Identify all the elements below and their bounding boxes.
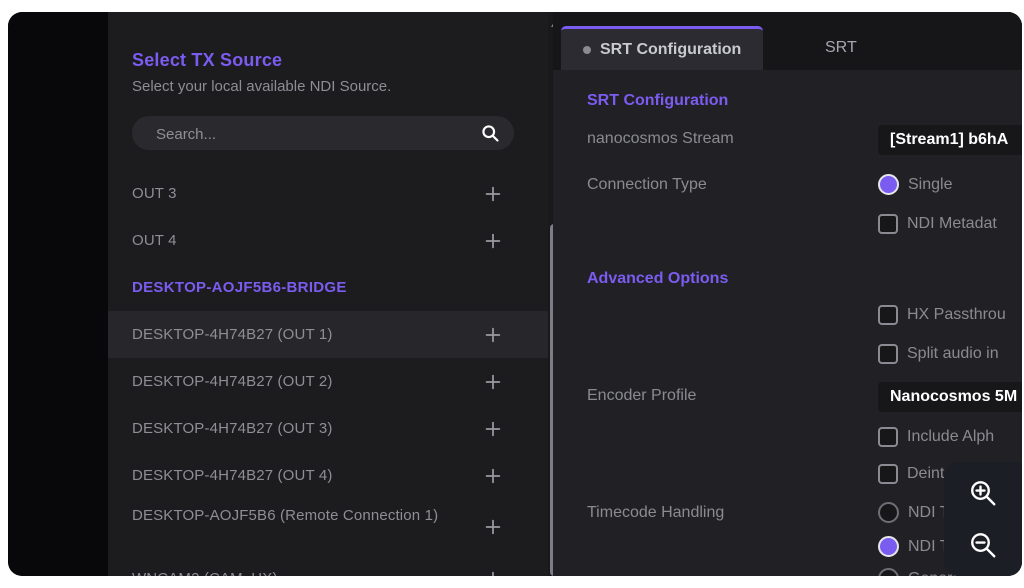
tab-label: SRT Configuration — [600, 40, 742, 58]
plus-icon[interactable] — [482, 418, 504, 440]
checkbox-unchecked-icon[interactable] — [878, 305, 898, 325]
plus-icon[interactable] — [482, 465, 504, 487]
panel-subtitle: Select your local available NDI Source. — [132, 78, 392, 95]
encoder-profile-label: Encoder Profile — [587, 387, 697, 404]
timecode-option-1[interactable]: NDI T — [878, 502, 949, 523]
zoom-in-icon[interactable] — [968, 478, 998, 508]
tab-srt-configuration[interactable]: SRT Configuration — [561, 26, 764, 70]
source-item-label: DESKTOP-4H74B27 (OUT 2) — [132, 372, 333, 390]
option-label: Include Alph — [907, 428, 995, 445]
srt-configuration-panel: SRT Configuration SRT SRT Configuration … — [553, 12, 1022, 576]
nanocosmos-stream-label: nanocosmos Stream — [587, 130, 734, 147]
source-list[interactable]: OUT 3 OUT 4 DESKTOP-AOJF5B6-BRIDGE DESKTOP-… — [108, 170, 548, 576]
source-item-label: DESKTOP-4H74B27 (OUT 3) — [132, 419, 333, 437]
include-alpha-option[interactable]: Include Alph — [878, 427, 994, 447]
option-label: NDI Metadat — [907, 215, 997, 232]
ndi-metadata-option[interactable]: NDI Metadat — [878, 214, 997, 234]
option-label: Single — [908, 175, 953, 193]
radio-unselected-icon[interactable] — [878, 502, 899, 523]
radio-selected-icon[interactable] — [878, 536, 899, 557]
radio-unselected-icon[interactable] — [878, 568, 899, 576]
timecode-handling-label: Timecode Handling — [587, 504, 725, 521]
left-gutter — [8, 12, 108, 576]
source-item-label: OUT 3 — [132, 184, 177, 202]
tab-bar: SRT Configuration SRT — [553, 12, 1022, 70]
source-list-item[interactable]: OUT 3 — [108, 170, 548, 217]
source-item-label: DESKTOP-4H74B27 (OUT 4) — [132, 466, 333, 484]
panel-title: Select TX Source — [132, 50, 283, 70]
tab-srt[interactable]: SRT — [803, 26, 879, 70]
source-list-item[interactable]: DESKTOP-4H74B27 (OUT 3) — [108, 405, 548, 452]
search-box[interactable] — [132, 116, 514, 152]
source-item-label: OUT 4 — [132, 231, 177, 249]
zoom-controls-panel — [944, 462, 1022, 576]
nanocosmos-stream-value[interactable]: [Stream1] b6hA — [878, 125, 1022, 155]
advanced-options-heading: Advanced Options — [587, 270, 729, 287]
checkbox-unchecked-icon[interactable] — [878, 214, 898, 234]
timecode-option-2[interactable]: NDI T — [878, 536, 949, 557]
deinterlace-option[interactable]: Deint — [878, 464, 944, 484]
option-label: HX Passthrou — [907, 306, 1006, 323]
source-list-item[interactable]: OUT 4 — [108, 217, 548, 264]
source-list-item[interactable]: DESKTOP-AOJF5B6 (Remote Connection 1) — [108, 499, 548, 555]
srt-configuration-heading: SRT Configuration — [587, 92, 729, 109]
connection-type-label: Connection Type — [587, 176, 707, 193]
app-window: Select TX Source Select your local avail… — [8, 12, 1022, 576]
plus-icon[interactable] — [482, 230, 504, 252]
select-tx-source-panel: Select TX Source Select your local avail… — [108, 12, 656, 576]
radio-selected-icon[interactable] — [878, 174, 899, 195]
search-input[interactable] — [154, 116, 468, 152]
zoom-out-icon[interactable] — [968, 530, 998, 560]
source-list-item[interactable]: DESKTOP-4H74B27 (OUT 4) — [108, 452, 548, 499]
checkbox-unchecked-icon[interactable] — [878, 464, 898, 484]
tab-status-dot-icon — [583, 45, 591, 54]
option-label: Split audio in — [907, 345, 999, 362]
plus-icon[interactable] — [482, 516, 504, 538]
encoder-profile-value[interactable]: Nanocosmos 5M — [878, 382, 1022, 412]
hx-passthrough-option[interactable]: HX Passthrou — [878, 305, 1006, 325]
source-item-label: DESKTOP-AOJF5B6 (Remote Connection 1) — [132, 507, 439, 524]
plus-icon[interactable] — [482, 183, 504, 205]
checkbox-unchecked-icon[interactable] — [878, 427, 898, 447]
source-item-label: DESKTOP-4H74B27 (OUT 1) — [132, 325, 333, 343]
source-list-item[interactable]: WNCAM2 (CAM_HX) — [108, 555, 548, 576]
plus-icon[interactable] — [482, 568, 504, 576]
option-label: Deint — [907, 465, 945, 482]
connection-type-single-option[interactable]: Single — [878, 174, 952, 195]
search-icon[interactable] — [480, 123, 500, 143]
source-list-item[interactable]: DESKTOP-4H74B27 (OUT 1) — [108, 311, 548, 358]
source-list-item[interactable]: DESKTOP-4H74B27 (OUT 2) — [108, 358, 548, 405]
source-item-label: DESKTOP-AOJF5B6-BRIDGE — [132, 278, 347, 296]
screenshot-root: Select TX Source Select your local avail… — [0, 0, 1024, 588]
source-item-label: WNCAM2 (CAM_HX) — [132, 568, 278, 577]
source-group-row[interactable]: DESKTOP-AOJF5B6-BRIDGE — [108, 264, 548, 311]
split-audio-option[interactable]: Split audio in — [878, 344, 999, 364]
checkbox-unchecked-icon[interactable] — [878, 344, 898, 364]
plus-icon[interactable] — [482, 371, 504, 393]
tab-label: SRT — [825, 39, 857, 56]
plus-icon[interactable] — [482, 324, 504, 346]
